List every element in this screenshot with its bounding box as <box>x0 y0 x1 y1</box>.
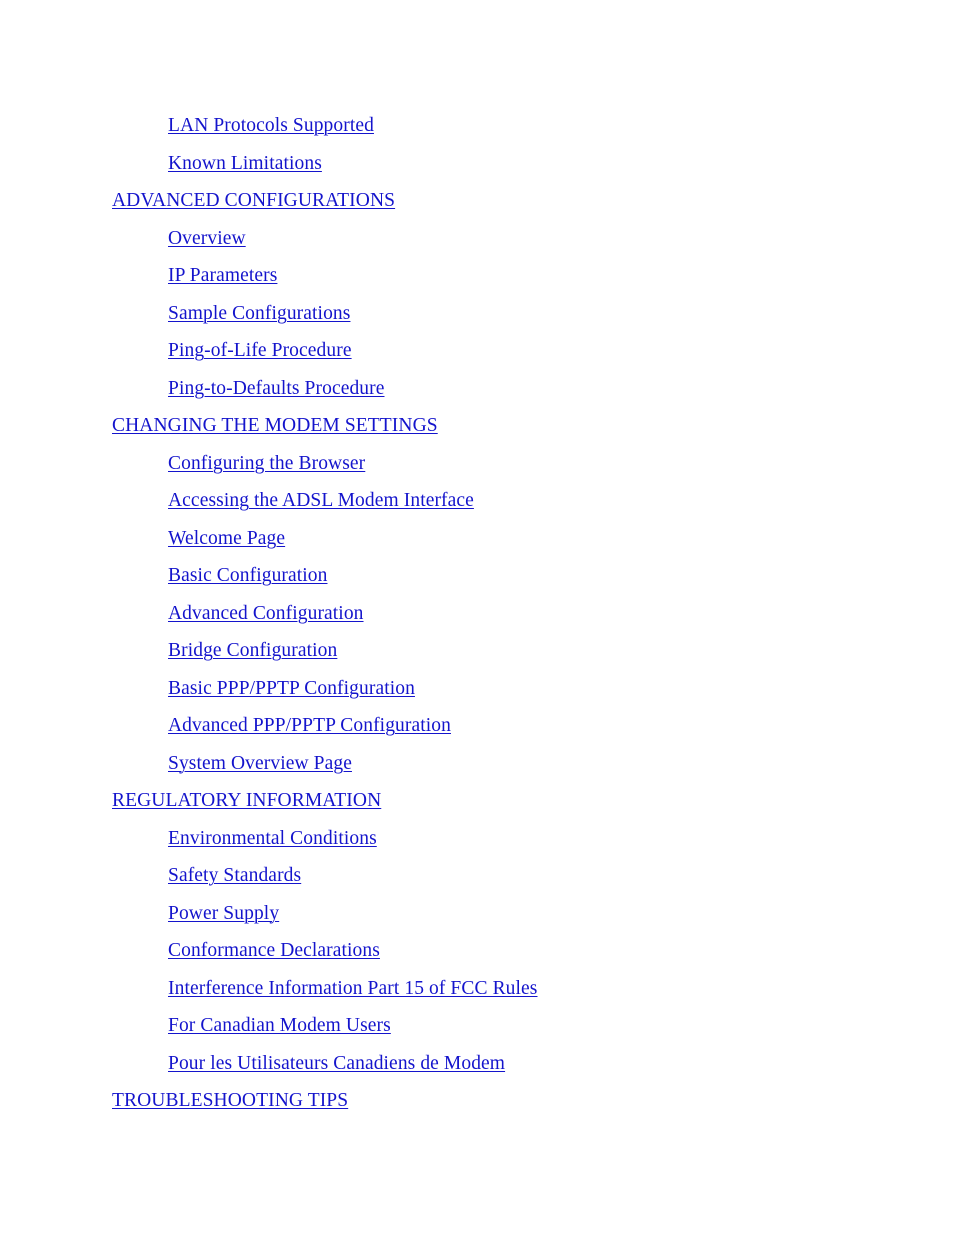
toc-link[interactable]: System Overview Page <box>168 753 352 774</box>
toc-entry: Accessing the ADSL Modem Interface <box>0 482 954 520</box>
toc-link[interactable]: Interference Information Part 15 of FCC … <box>168 978 538 999</box>
toc-link[interactable]: Basic Configuration <box>168 565 328 586</box>
toc-link[interactable]: Advanced Configuration <box>168 603 364 624</box>
toc-entry: Conformance Declarations <box>0 932 954 970</box>
document-page: LAN Protocols Supported Known Limitations… <box>0 0 954 1235</box>
toc-entry: Basic Configuration <box>0 557 954 595</box>
toc-link[interactable]: For Canadian Modem Users <box>168 1015 391 1036</box>
toc-entry: For Canadian Modem Users <box>0 1007 954 1045</box>
toc-entry: Sample Configurations <box>0 295 954 333</box>
toc-entry: Environmental Conditions <box>0 820 954 858</box>
toc-entry: CHANGING THE MODEM SETTINGS <box>0 407 954 445</box>
toc-entry: Advanced Configuration <box>0 595 954 633</box>
toc-link[interactable]: Pour les Utilisateurs Canadiens de Modem <box>168 1053 505 1074</box>
toc-entry: Safety Standards <box>0 857 954 895</box>
toc-entry: Pour les Utilisateurs Canadiens de Modem <box>0 1045 954 1083</box>
toc-entry: Bridge Configuration <box>0 632 954 670</box>
toc-link[interactable]: LAN Protocols Supported <box>168 115 374 136</box>
toc-link[interactable]: Accessing the ADSL Modem Interface <box>168 490 474 511</box>
toc-link[interactable]: ADVANCED CONFIGURATIONS <box>112 190 395 211</box>
toc-link[interactable]: Environmental Conditions <box>168 828 377 849</box>
toc-link[interactable]: Known Limitations <box>168 153 322 174</box>
toc-link[interactable]: Ping-to-Defaults Procedure <box>168 378 385 399</box>
table-of-contents: LAN Protocols Supported Known Limitations… <box>0 107 954 1120</box>
toc-entry: Known Limitations <box>0 145 954 183</box>
toc-entry: Power Supply <box>0 895 954 933</box>
toc-link[interactable]: Overview <box>168 228 246 249</box>
toc-link[interactable]: Bridge Configuration <box>168 640 337 661</box>
toc-entry: Overview <box>0 220 954 258</box>
toc-link[interactable]: Conformance Declarations <box>168 940 380 961</box>
toc-link[interactable]: Power Supply <box>168 903 279 924</box>
toc-link[interactable]: TROUBLESHOOTING TIPS <box>112 1090 348 1111</box>
toc-link[interactable]: Configuring the Browser <box>168 453 365 474</box>
toc-link[interactable]: Ping-of-Life Procedure <box>168 340 352 361</box>
toc-entry: TROUBLESHOOTING TIPS <box>0 1082 954 1120</box>
toc-entry: LAN Protocols Supported <box>0 107 954 145</box>
toc-link[interactable]: REGULATORY INFORMATION <box>112 790 381 811</box>
toc-entry: REGULATORY INFORMATION <box>0 782 954 820</box>
toc-link[interactable]: Basic PPP/PPTP Configuration <box>168 678 415 699</box>
toc-entry: ADVANCED CONFIGURATIONS <box>0 182 954 220</box>
toc-link[interactable]: Safety Standards <box>168 865 301 886</box>
toc-entry: System Overview Page <box>0 745 954 783</box>
toc-entry: Welcome Page <box>0 520 954 558</box>
toc-link[interactable]: Advanced PPP/PPTP Configuration <box>168 715 451 736</box>
toc-entry: Ping-to-Defaults Procedure <box>0 370 954 408</box>
toc-entry: Ping-of-Life Procedure <box>0 332 954 370</box>
toc-link[interactable]: Sample Configurations <box>168 303 350 324</box>
toc-entry: IP Parameters <box>0 257 954 295</box>
toc-entry: Configuring the Browser <box>0 445 954 483</box>
toc-link[interactable]: IP Parameters <box>168 265 277 286</box>
toc-link[interactable]: Welcome Page <box>168 528 285 549</box>
toc-link[interactable]: CHANGING THE MODEM SETTINGS <box>112 415 438 436</box>
toc-entry: Interference Information Part 15 of FCC … <box>0 970 954 1008</box>
toc-entry: Basic PPP/PPTP Configuration <box>0 670 954 708</box>
toc-entry: Advanced PPP/PPTP Configuration <box>0 707 954 745</box>
